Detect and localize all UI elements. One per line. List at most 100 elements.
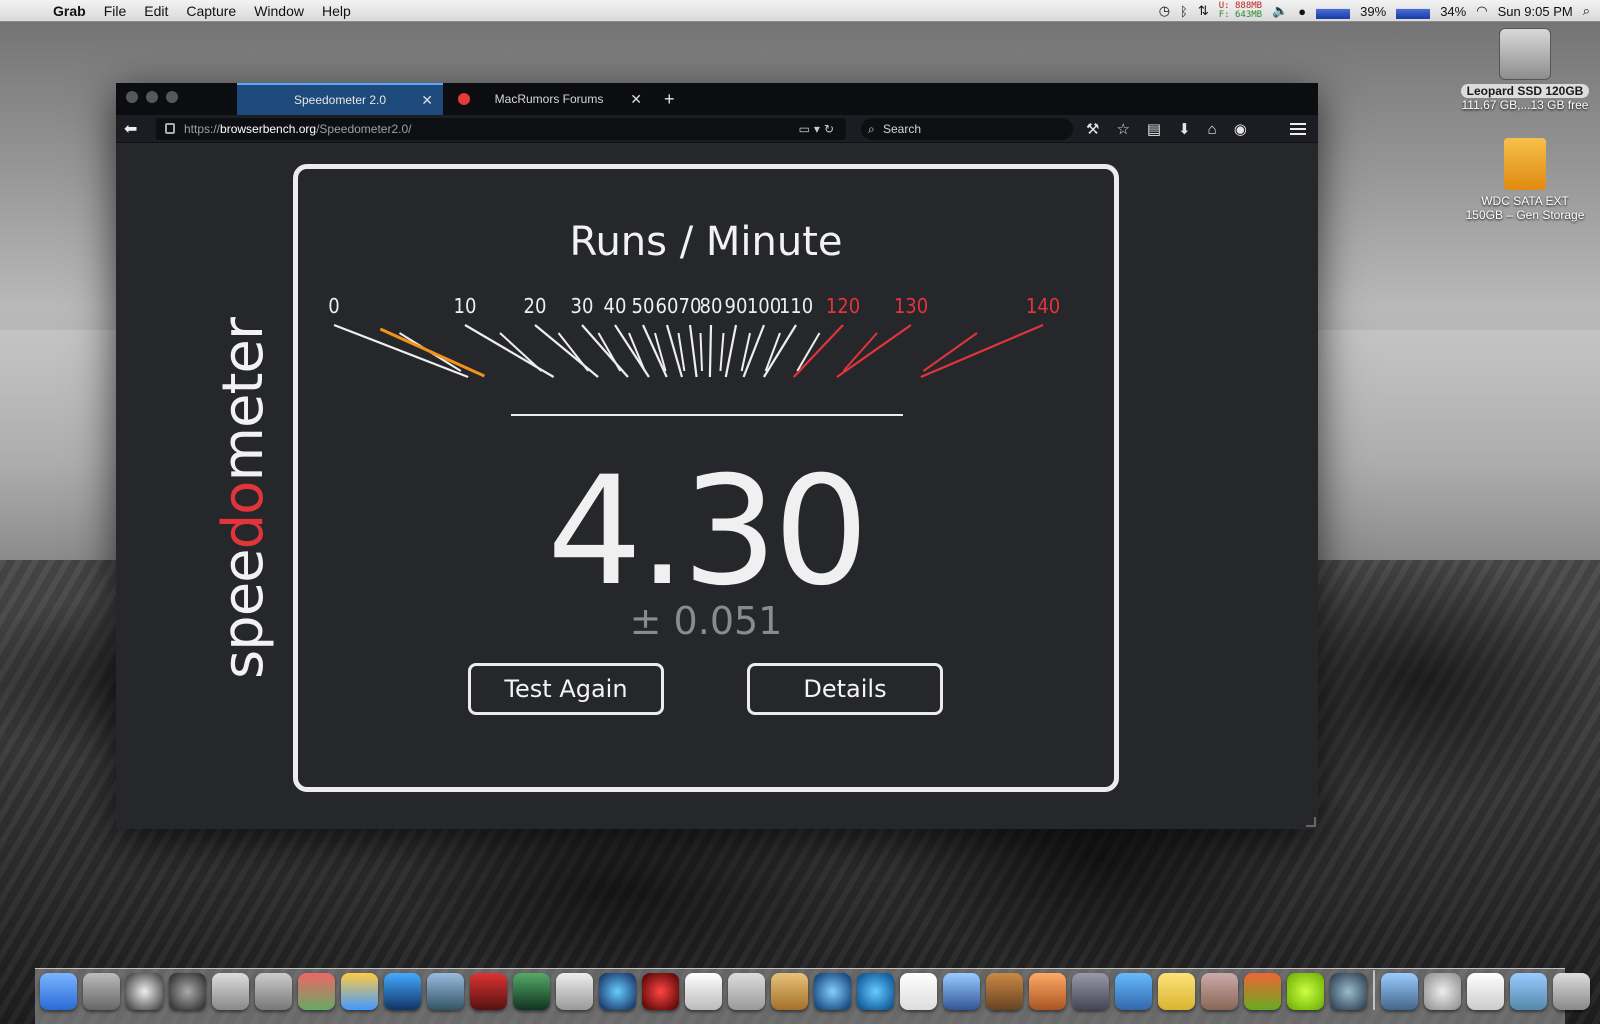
limewire-icon[interactable] (1287, 973, 1324, 1010)
spotlight-icon[interactable]: ⌕ (1583, 3, 1590, 19)
gauge-minor-tick (719, 332, 725, 372)
dvd-player-icon[interactable] (1424, 973, 1461, 1010)
gauge-label: 40 (604, 294, 627, 318)
garageband-icon[interactable] (986, 973, 1023, 1010)
mission-control-icon[interactable] (169, 973, 206, 1010)
cpu-graph-2[interactable] (1396, 3, 1431, 19)
clock[interactable]: Sun 9:05 PM (1498, 4, 1573, 19)
nav-bar: ⬅ https://browserbench.org/Speedometer2.… (116, 115, 1318, 143)
time-machine-dock-icon[interactable] (1330, 973, 1367, 1010)
menu-window[interactable]: Window (245, 3, 313, 19)
clipboard-icon[interactable]: ▤ (1147, 120, 1161, 138)
gauge-minor-tick (597, 332, 622, 372)
tab-speedometer[interactable]: Speedometer 2.0 ✕ (237, 83, 443, 115)
browser-icon[interactable] (384, 973, 421, 1010)
printer-icon[interactable] (255, 973, 292, 1010)
hamburger-menu-icon[interactable] (1290, 121, 1306, 138)
window-controls (126, 91, 178, 103)
details-button[interactable]: Details (747, 663, 943, 715)
gauge-minor-tick (557, 332, 590, 372)
dropdown-icon[interactable]: ▾ (814, 122, 824, 136)
photo-app-icon[interactable] (341, 973, 378, 1010)
gauge-label: 30 (571, 294, 594, 318)
memory-free: F: 643MB (1218, 10, 1263, 20)
security-icon[interactable] (642, 973, 679, 1010)
gauge: 0 10 20 30 40 50 60 7080 90 100110 120 130 140 (328, 294, 1060, 379)
wifi-icon[interactable]: ◠ (1476, 3, 1487, 19)
quicktime-icon[interactable] (857, 973, 894, 1010)
trash-icon[interactable] (1553, 973, 1590, 1010)
memory-monitor[interactable]: U: 888MB F: 643MB (1219, 2, 1262, 20)
sync-icon[interactable]: ⇅ (1198, 3, 1209, 19)
desktop-drive-wdc[interactable]: WDC SATA EXT 150GB – Gen Storage (1450, 138, 1600, 222)
reload-icon[interactable]: ↻ (824, 122, 838, 136)
resize-handle[interactable] (1306, 817, 1316, 827)
minimize-window-button[interactable] (146, 91, 158, 103)
scissors-icon[interactable] (728, 973, 765, 1010)
bluetooth-icon[interactable]: ᛒ (1180, 4, 1188, 19)
game-icon-1[interactable] (470, 973, 507, 1010)
gauge-label: 100 (747, 294, 781, 318)
close-tab-icon[interactable]: ✕ (421, 92, 433, 109)
chart-app-icon[interactable] (943, 973, 980, 1010)
gauge-needle (379, 327, 485, 378)
back-arrow-icon[interactable]: ⬅ (124, 119, 137, 139)
cpu-graph-1[interactable] (1316, 3, 1351, 19)
activity-monitor-icon[interactable] (298, 973, 335, 1010)
menu-help[interactable]: Help (313, 3, 360, 19)
url-bar[interactable]: https://browserbench.org/Speedometer2.0/… (156, 118, 846, 140)
bookmark-star-icon[interactable]: ☆ (1116, 120, 1129, 138)
numbers-icon[interactable] (1115, 973, 1152, 1010)
keynote-icon[interactable] (1029, 973, 1066, 1010)
menu-bar: Grab File Edit Capture Window Help ◷ ᛒ ⇅… (0, 0, 1600, 22)
calendar-icon[interactable] (900, 973, 937, 1010)
game-icon-2[interactable] (513, 973, 550, 1010)
new-tab-button[interactable]: + (664, 89, 675, 110)
zoom-window-button[interactable] (166, 91, 178, 103)
home-icon[interactable]: ⌂ (1208, 121, 1217, 138)
menu-file[interactable]: File (95, 3, 136, 19)
wrench-icon[interactable]: ⚒ (1086, 120, 1099, 138)
mail-bird-icon[interactable] (427, 973, 464, 1010)
gauge-label: 60 (656, 294, 679, 318)
tab-macrumors[interactable]: MacRumors Forums ✕ (446, 83, 652, 115)
logo-text-1: spee (211, 549, 276, 679)
time-machine-icon[interactable]: ◷ (1159, 3, 1170, 19)
system-preferences-icon[interactable] (83, 973, 120, 1010)
reader-view-icon[interactable]: ▭ (799, 122, 814, 136)
preview-icon[interactable] (685, 973, 722, 1010)
music-note-icon[interactable] (1381, 973, 1418, 1010)
pen-tool-icon[interactable] (1072, 973, 1109, 1010)
menu-edit[interactable]: Edit (135, 3, 177, 19)
tab-bar: Speedometer 2.0 ✕ MacRumors Forums ✕ + (116, 83, 1318, 115)
menu-app-name[interactable]: Grab (44, 3, 95, 19)
stickies-icon[interactable] (1158, 973, 1195, 1010)
gauge-tick (792, 324, 844, 378)
gauge-tick (920, 323, 1044, 379)
page-title: Runs / Minute (569, 219, 843, 265)
user-icon[interactable]: ● (1298, 4, 1306, 19)
itunes-icon[interactable] (814, 973, 851, 1010)
folder-icon[interactable] (1510, 973, 1547, 1010)
drive1-name: Leopard SSD 120GB (1460, 84, 1590, 98)
textedit-icon[interactable] (1201, 973, 1238, 1010)
network-icon[interactable] (599, 973, 636, 1010)
image-app-icon[interactable] (1244, 973, 1281, 1010)
address-book-icon[interactable] (771, 973, 808, 1010)
search-input[interactable]: ⌕ Search (861, 118, 1073, 140)
drive-app-icon[interactable] (556, 973, 593, 1010)
finder-icon[interactable] (40, 973, 77, 1010)
close-tab-icon[interactable]: ✕ (630, 91, 642, 108)
download-icon[interactable]: ⬇ (1178, 120, 1191, 138)
dashboard-icon[interactable] (126, 973, 163, 1010)
gauge-label: 130 (894, 294, 928, 318)
disk-utility-icon[interactable] (212, 973, 249, 1010)
menu-capture[interactable]: Capture (177, 3, 245, 19)
test-again-button[interactable]: Test Again (468, 663, 664, 715)
close-window-button[interactable] (126, 91, 138, 103)
usb-drive-icon (1504, 138, 1546, 190)
desktop-drive-leopard[interactable]: Leopard SSD 120GB 111.67 GB,...13 GB fre… (1450, 28, 1600, 112)
extension-icon[interactable]: ◉ (1234, 120, 1247, 138)
volume-icon[interactable]: 🔈 (1272, 3, 1288, 19)
document-icon[interactable] (1467, 973, 1504, 1010)
